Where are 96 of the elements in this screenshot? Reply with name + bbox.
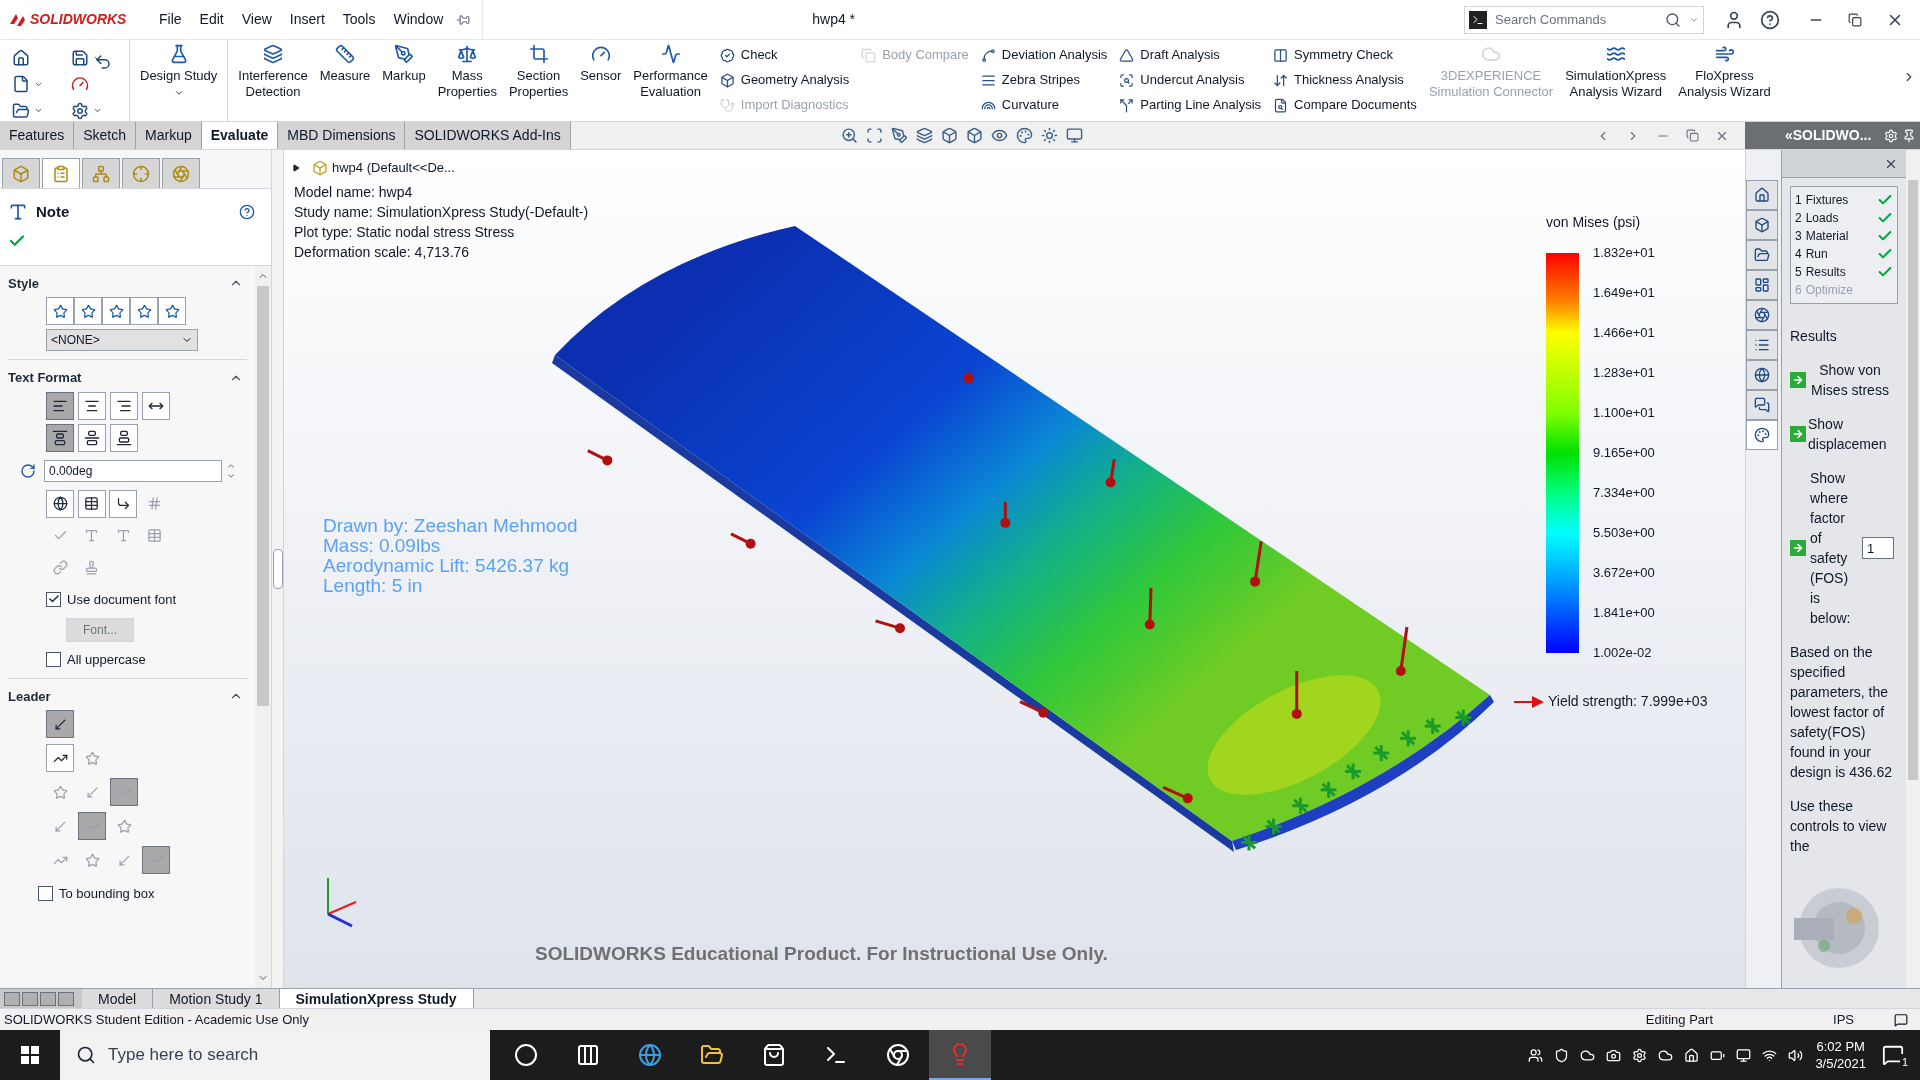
menu-item[interactable]: Insert [280,9,334,30]
watermark-text: SOLIDWORKS Educational Product. For Instructional Use Only. [535,942,1108,966]
legend-label: 1.100e+01 [1593,405,1655,421]
document-title: hwp4 * [812,10,856,29]
legend-label: 7.334e+00 [1593,485,1655,501]
panel-title: Note [36,202,70,222]
ribbon-button[interactable]: SimulationXpress Analysis Wizard [1559,40,1673,121]
status-text: Editing Part [1645,1010,1714,1029]
ribbon-command[interactable]: Parting Line Analysis [1119,94,1262,116]
note-text: Drawn by: Zeeshan Mehmood [323,516,578,536]
note-text: Aerodynamic Lift: 5426.37 kg [323,556,571,576]
ribbon-button[interactable]: Interference Detection [232,40,314,121]
clock-date: 3/5/2021 [1815,1055,1866,1072]
fos-field[interactable]: 1 [1862,537,1894,559]
section-heading: Results [1790,327,1838,346]
result-text: Use these controls to view the [1790,797,1888,856]
ribbon-command[interactable]: Draft Analysis [1119,44,1262,66]
ribbon-button[interactable]: Markup [376,40,432,121]
model-tab[interactable]: SimulationXpress Study [279,989,474,1008]
step-number: 1 [1795,192,1802,209]
legend-label: 5.503e+00 [1593,525,1655,541]
ribbon-command[interactable]: Symmetry Check [1273,44,1417,66]
step-label[interactable]: Material [1805,227,1873,245]
legend-label: 1.832e+01 [1593,245,1655,261]
tree-node[interactable]: hwp4 (Default<<De... [332,158,455,178]
ribbon-button[interactable]: Design Study [134,40,224,121]
section-title: Style [8,274,40,293]
step-number: 4 [1795,246,1802,263]
ribbon-command[interactable]: Deviation Analysis [980,44,1108,66]
task-pane-header: «SOLIDWO... [1745,122,1920,149]
checkbox-label: All uppercase [67,651,146,669]
plot-info-text: Study name: SimulationXpress Study(-Default-) [294,203,589,222]
step-number: 2 [1795,210,1802,227]
plot-info-text: Model name: hwp4 [294,183,414,202]
menu-item[interactable]: File [150,9,191,30]
command-tab[interactable]: Markup [136,122,202,149]
legend-label: 9.165e+00 [1593,445,1655,461]
section-title: Leader [8,687,51,706]
step-label[interactable]: Fixtures [1805,191,1873,209]
step-number: 6 [1795,282,1802,299]
model-tab[interactable]: Motion Study 1 [153,989,280,1008]
link[interactable]: Show where factor of safety (FOS) is below: [1810,468,1858,628]
app-logo: SOLIDWORKS [30,10,127,29]
menu-item[interactable]: View [232,9,281,30]
menu-item[interactable]: Tools [333,9,385,30]
ribbon-command[interactable]: Check [719,44,850,66]
ribbon-command[interactable]: Curvature [980,94,1108,116]
link[interactable]: Show displacemen [1808,414,1898,454]
legend-label: 1.649e+01 [1593,285,1655,301]
step-label[interactable]: Results [1805,263,1873,281]
command-tab[interactable]: MBD Dimensions [278,122,406,149]
step-number: 5 [1795,264,1802,281]
ribbon-command[interactable]: Thickness Analysis [1273,69,1417,91]
legend-label: 1.283e+01 [1593,365,1655,381]
command-tab[interactable]: SOLIDWORKS Add-Ins [405,122,571,149]
note-text: Length: 5 in [323,576,423,596]
angle-field[interactable]: 0.00deg [44,459,222,482]
menu-item[interactable]: Edit [190,9,233,30]
ribbon-command[interactable]: Compare Documents [1273,94,1417,116]
step-number: 3 [1795,228,1802,245]
ribbon-button[interactable]: Mass Properties [431,40,503,121]
command-tab[interactable]: Evaluate [201,122,279,149]
legend-label: 1.002e-02 [1593,645,1653,661]
legend-label: 3.672e+00 [1593,565,1655,581]
ribbon-command[interactable]: Zebra Stripes [980,69,1108,91]
ribbon-command[interactable]: Undercut Analysis [1119,69,1262,91]
step-label[interactable]: Loads [1805,209,1873,227]
ribbon-button[interactable]: Section Properties [502,40,575,121]
yield-strength-text: Yield strength: 7.999e+03 [1548,692,1708,711]
legend-label: 1.466e+01 [1593,325,1655,341]
link[interactable]: Show von Mises stress [1810,360,1890,400]
result-text: Based on the specified parameters, the lowest factor of safety(FOS) found in your design is 436.62 [1790,643,1893,782]
ribbon-button[interactable]: Performance Evaluation [627,40,714,121]
checkbox-label: To bounding box [59,885,155,903]
plot-info-text: Plot type: Static nodal stress Stress [294,223,516,242]
legend-label: 1.841e+00 [1593,605,1655,621]
taskbar-search-field[interactable]: Type here to search [60,1030,490,1080]
units-button[interactable]: IPS [1833,1009,1854,1030]
step-label[interactable]: Run [1805,245,1873,263]
checkbox-label: Use document font [67,590,177,609]
style-dropdown[interactable]: <NONE> [46,329,198,351]
note-text: Mass: 0.09lbs [323,536,442,556]
ribbon-button[interactable]: Sensor [574,40,628,121]
command-tab[interactable]: Sketch [74,122,137,149]
status-text: SOLIDWORKS Student Edition - Academic Use Only [4,1010,309,1029]
search-field[interactable]: Search Commands [1464,5,1704,34]
menu-item[interactable]: Window [384,9,453,30]
clock-time: 6:02 PM [1816,1038,1865,1055]
plot-info-text: Deformation scale: 4,713.76 [294,243,471,262]
ribbon-command[interactable]: Geometry Analysis [719,69,850,91]
ribbon-button[interactable]: Measure [313,40,377,121]
ribbon-button[interactable]: FloXpress Analysis Wizard [1672,40,1777,121]
legend-title: von Mises (psi) [1546,213,1642,232]
section-title: Text Format [8,369,82,387]
model-tab[interactable]: Model [82,989,154,1008]
command-tab[interactable]: Features [0,122,75,149]
